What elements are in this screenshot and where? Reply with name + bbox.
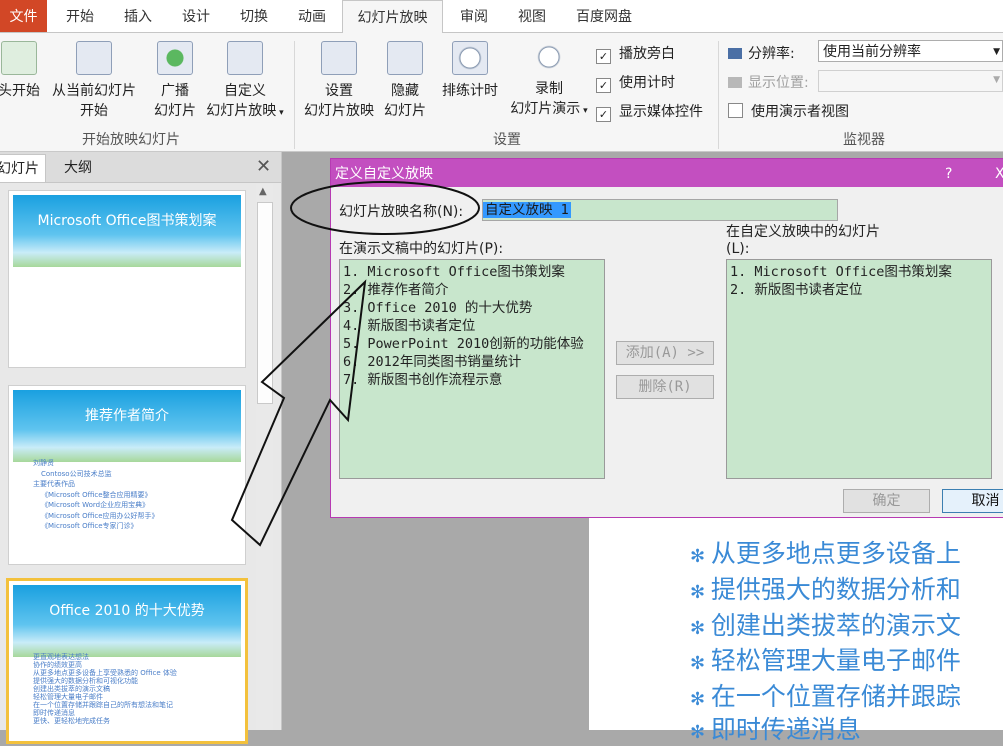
tutorial-annotation-overlay xyxy=(230,181,480,547)
pointer-arrow-icon xyxy=(230,279,367,547)
highlight-ellipse xyxy=(290,181,480,235)
